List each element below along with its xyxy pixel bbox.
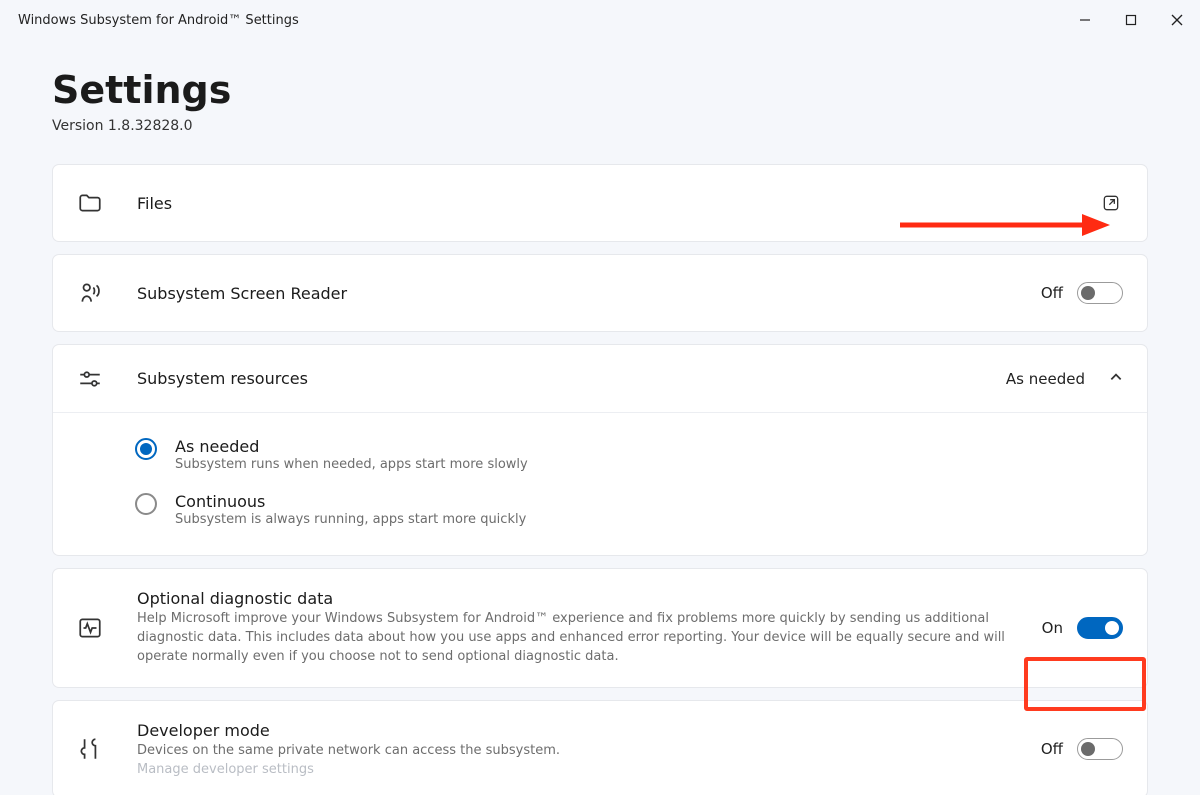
title-bar: Windows Subsystem for Android™ Settings: [0, 0, 1200, 40]
content-area: Settings Version 1.8.32828.0 Files: [0, 40, 1200, 795]
option-continuous-desc: Subsystem is always running, apps start …: [175, 512, 526, 527]
screen-reader-card: Subsystem Screen Reader Off: [52, 254, 1148, 332]
maximize-button[interactable]: [1108, 0, 1154, 40]
resources-value: As needed: [1006, 370, 1085, 388]
developer-card: Developer mode Devices on the same priva…: [52, 700, 1148, 795]
resources-card: Subsystem resources As needed As needed …: [52, 344, 1148, 556]
option-continuous[interactable]: Continuous Subsystem is always running, …: [77, 482, 1123, 537]
radio-as-needed[interactable]: [135, 438, 157, 460]
screen-reader-toggle[interactable]: [1077, 282, 1123, 304]
diagnostic-card: Optional diagnostic data Help Microsoft …: [52, 568, 1148, 688]
resources-options: As needed Subsystem runs when needed, ap…: [53, 413, 1147, 555]
option-as-needed[interactable]: As needed Subsystem runs when needed, ap…: [77, 427, 1123, 482]
window-title: Windows Subsystem for Android™ Settings: [18, 13, 299, 28]
page-title: Settings: [52, 68, 1148, 112]
developer-title: Developer mode: [137, 721, 1025, 740]
screen-reader-label: Subsystem Screen Reader: [137, 284, 1025, 303]
maximize-icon: [1125, 14, 1137, 26]
screen-reader-state-label: Off: [1041, 284, 1063, 302]
chevron-up-icon: [1109, 369, 1123, 388]
sliders-icon: [77, 366, 103, 392]
developer-toggle[interactable]: [1077, 738, 1123, 760]
tools-icon: [77, 736, 103, 762]
open-external-icon: [1101, 193, 1121, 213]
resources-label: Subsystem resources: [137, 369, 1006, 388]
radio-continuous[interactable]: [135, 493, 157, 515]
diagnostic-title: Optional diagnostic data: [137, 589, 1026, 608]
diagnostic-state-label: On: [1042, 619, 1063, 637]
accessibility-icon: [77, 280, 103, 306]
activity-icon: [77, 615, 103, 641]
developer-desc: Devices on the same private network can …: [137, 742, 1025, 761]
close-button[interactable]: [1154, 0, 1200, 40]
open-external-button[interactable]: [1099, 191, 1123, 215]
minimize-button[interactable]: [1062, 0, 1108, 40]
developer-manage-link[interactable]: Manage developer settings: [137, 762, 1025, 777]
diagnostic-desc: Help Microsoft improve your Windows Subs…: [137, 610, 1026, 667]
files-label: Files: [137, 194, 1083, 213]
diagnostic-toggle[interactable]: [1077, 617, 1123, 639]
folder-icon: [77, 190, 103, 216]
version-text: Version 1.8.32828.0: [52, 118, 1148, 134]
close-icon: [1171, 14, 1183, 26]
developer-state-label: Off: [1041, 740, 1063, 758]
files-card[interactable]: Files: [52, 164, 1148, 242]
resources-header[interactable]: Subsystem resources As needed: [53, 345, 1147, 413]
window-controls: [1062, 0, 1200, 40]
option-continuous-title: Continuous: [175, 492, 526, 511]
minimize-icon: [1079, 14, 1091, 26]
option-as-needed-title: As needed: [175, 437, 528, 456]
option-as-needed-desc: Subsystem runs when needed, apps start m…: [175, 457, 528, 472]
